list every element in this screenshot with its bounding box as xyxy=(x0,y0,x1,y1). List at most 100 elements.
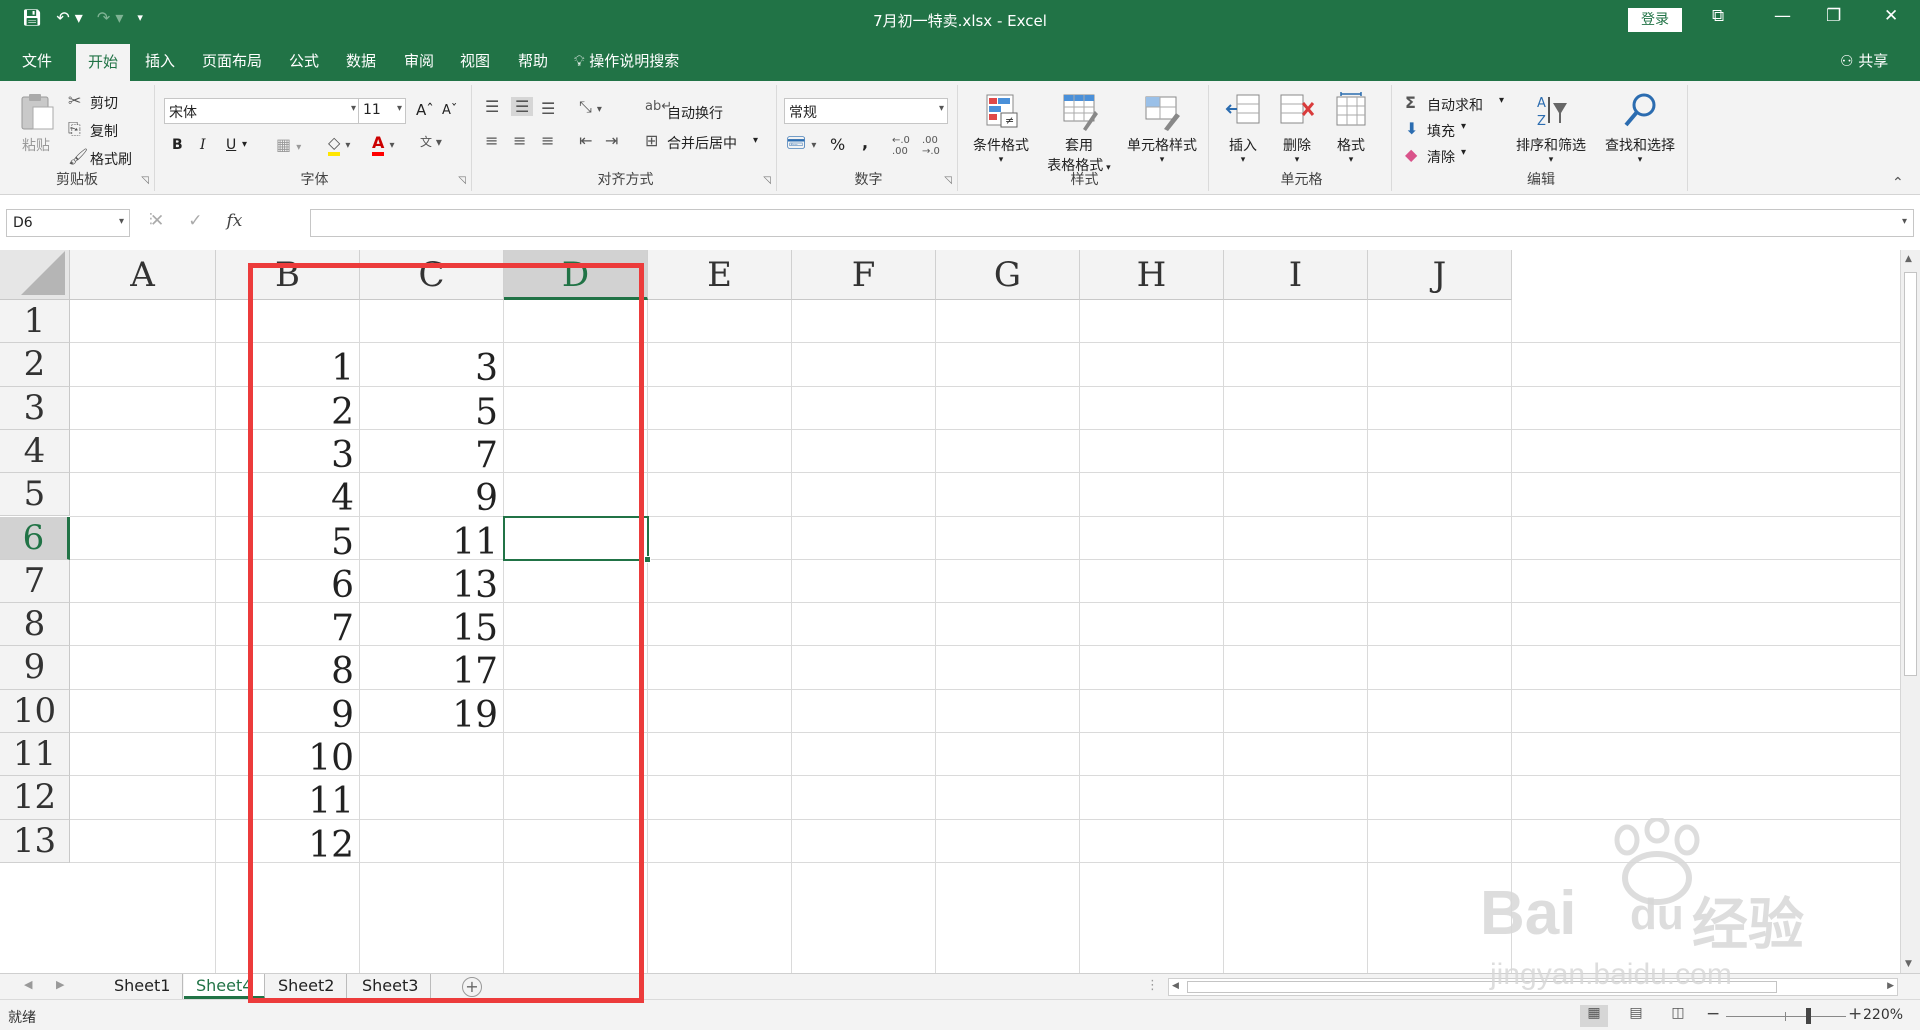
zoom-level[interactable]: 220% xyxy=(1863,1007,1903,1023)
delete-cells-button[interactable]: 删除 ▾ xyxy=(1272,91,1322,165)
login-button[interactable]: 登录 xyxy=(1628,8,1682,32)
fill-handle[interactable] xyxy=(644,555,651,563)
column-header-g[interactable]: G xyxy=(936,250,1080,300)
select-all-button[interactable] xyxy=(0,250,70,300)
decrease-decimal-icon[interactable]: .00 →.0 xyxy=(922,135,940,157)
cell-styles-button[interactable]: 单元格样式 ▾ xyxy=(1119,91,1205,165)
row-header-11[interactable]: 11 xyxy=(0,733,70,777)
zoom-slider[interactable] xyxy=(1726,1016,1846,1017)
fill-color-icon[interactable]: ◇ ▾ xyxy=(328,133,350,156)
font-color-icon[interactable]: A ▾ xyxy=(372,133,395,156)
row-header-6[interactable]: 6 xyxy=(0,516,70,560)
dialog-launcher-icon[interactable]: ◹ xyxy=(763,175,771,186)
scroll-down-icon[interactable]: ▼ xyxy=(1905,959,1912,969)
fill-dropdown-icon[interactable]: ▾ xyxy=(1461,121,1466,132)
tab-help[interactable]: 帮助 xyxy=(518,50,548,71)
expand-formula-bar-icon[interactable]: ▾ xyxy=(1902,216,1907,227)
horizontal-scroll-thumb[interactable] xyxy=(1187,981,1777,993)
zoom-out-icon[interactable]: − xyxy=(1706,1004,1720,1024)
sheet-tab-sheet1[interactable]: Sheet1 xyxy=(102,974,184,999)
tab-file[interactable]: 文件 xyxy=(22,50,52,71)
enter-icon[interactable]: ✓ xyxy=(188,211,202,231)
underline-dropdown-icon[interactable]: ▾ xyxy=(242,139,247,150)
dialog-launcher-icon[interactable]: ◹ xyxy=(458,175,466,186)
copy-button[interactable]: 复制 xyxy=(90,121,118,141)
percent-button[interactable]: % xyxy=(830,135,845,154)
dialog-launcher-icon[interactable]: ◹ xyxy=(944,175,952,186)
tab-insert[interactable]: 插入 xyxy=(145,50,175,71)
close-icon[interactable]: ✕ xyxy=(1884,6,1898,26)
tab-review[interactable]: 审阅 xyxy=(404,50,434,71)
bold-button[interactable]: B xyxy=(172,137,183,153)
next-sheet-icon[interactable]: ▶ xyxy=(56,978,64,991)
scroll-left-icon[interactable]: ◀ xyxy=(1172,981,1179,991)
format-cells-button[interactable]: 格式 ▾ xyxy=(1326,91,1376,165)
column-header-f[interactable]: F xyxy=(792,250,936,300)
column-header-j[interactable]: J xyxy=(1368,250,1512,300)
scroll-up-icon[interactable]: ▲ xyxy=(1905,254,1912,264)
sort-filter-button[interactable]: A Z 排序和筛选 ▾ xyxy=(1509,91,1593,165)
vertical-scroll-thumb[interactable] xyxy=(1904,272,1917,676)
fill-button[interactable]: 填充 xyxy=(1427,121,1455,141)
minimize-icon[interactable]: — xyxy=(1774,6,1791,26)
tab-home[interactable]: 开始 xyxy=(76,44,131,81)
vertical-scrollbar[interactable]: ▲ ▼ xyxy=(1900,250,1920,973)
align-left-icon[interactable]: ≡ xyxy=(485,131,498,150)
tab-page-layout[interactable]: 页面布局 xyxy=(202,50,262,71)
zoom-slider-knob[interactable] xyxy=(1806,1008,1811,1024)
prev-sheet-icon[interactable]: ◀ xyxy=(24,978,32,991)
row-header-5[interactable]: 5 xyxy=(0,473,70,517)
paste-button[interactable]: 粘贴 xyxy=(14,91,58,155)
underline-button[interactable]: U xyxy=(226,137,236,153)
number-format-combo[interactable]: 常规 ▾ xyxy=(784,98,948,124)
merge-dropdown-icon[interactable]: ▾ xyxy=(753,135,758,146)
tab-data[interactable]: 数据 xyxy=(346,50,376,71)
align-top-icon[interactable]: ☰ xyxy=(485,97,499,116)
row-header-3[interactable]: 3 xyxy=(0,386,70,430)
align-bottom-icon[interactable]: ☰ xyxy=(541,99,555,118)
formula-input[interactable]: ▾ xyxy=(310,209,1914,237)
orientation-icon[interactable]: ⤡ ▾ xyxy=(579,97,602,117)
normal-view-icon[interactable]: ▦ xyxy=(1580,1005,1608,1027)
row-header-9[interactable]: 9 xyxy=(0,646,70,690)
scroll-right-icon[interactable]: ▶ xyxy=(1887,981,1894,991)
accounting-format-icon[interactable]: 💳︎ ▾ xyxy=(786,133,816,152)
find-select-button[interactable]: 查找和选择 ▾ xyxy=(1597,91,1683,165)
insert-function-icon[interactable]: fx xyxy=(227,211,243,231)
align-right-icon[interactable]: ≡ xyxy=(541,131,554,150)
conditional-formatting-button[interactable]: ≠ 条件格式 ▾ xyxy=(961,91,1041,165)
dialog-launcher-icon[interactable]: ◹ xyxy=(141,175,149,186)
merge-center-button[interactable]: 合并后居中 xyxy=(667,133,737,153)
tab-split-grip-icon[interactable]: ⋮ xyxy=(1146,978,1159,993)
increase-indent-icon[interactable]: ⇥ xyxy=(605,131,618,150)
row-header-12[interactable]: 12 xyxy=(0,776,70,820)
font-name-combo[interactable]: 宋体 ▾ xyxy=(164,98,360,124)
row-header-7[interactable]: 7 xyxy=(0,559,70,604)
restore-icon[interactable]: ❐ xyxy=(1826,6,1841,26)
column-header-a[interactable]: A xyxy=(70,250,216,300)
tab-formulas[interactable]: 公式 xyxy=(289,50,319,71)
shrink-font-icon[interactable]: Aˇ xyxy=(442,103,457,118)
wrap-text-button[interactable]: 自动换行 xyxy=(667,103,723,123)
align-middle-icon[interactable]: ☰ xyxy=(511,97,534,116)
borders-icon[interactable]: ▦ ▾ xyxy=(276,135,301,154)
ribbon-display-options-icon[interactable]: ⧉ xyxy=(1712,6,1724,26)
column-header-e[interactable]: E xyxy=(648,250,792,300)
italic-button[interactable]: I xyxy=(200,137,206,153)
font-size-combo[interactable]: 11 ▾ xyxy=(358,98,406,124)
share-button[interactable]: ⚇ 共享 xyxy=(1840,50,1888,71)
format-as-table-button[interactable]: 套用 表格格式 ▾ xyxy=(1039,91,1119,175)
autosum-button[interactable]: 自动求和 xyxy=(1427,95,1483,115)
phonetic-icon[interactable]: 文 ▾ xyxy=(420,133,442,150)
zoom-in-icon[interactable]: + xyxy=(1848,1004,1862,1024)
collapse-ribbon-icon[interactable]: ⌃ xyxy=(1892,175,1904,191)
row-header-10[interactable]: 10 xyxy=(0,689,70,733)
row-header-2[interactable]: 2 xyxy=(0,343,70,387)
grow-font-icon[interactable]: Aˆ xyxy=(416,101,434,119)
tab-view[interactable]: 视图 xyxy=(460,50,490,71)
row-header-4[interactable]: 4 xyxy=(0,429,70,474)
column-header-i[interactable]: I xyxy=(1224,250,1368,300)
increase-decimal-icon[interactable]: ←.0.00 xyxy=(892,135,910,157)
cut-button[interactable]: 剪切 xyxy=(90,93,118,113)
column-header-h[interactable]: H xyxy=(1080,250,1224,300)
